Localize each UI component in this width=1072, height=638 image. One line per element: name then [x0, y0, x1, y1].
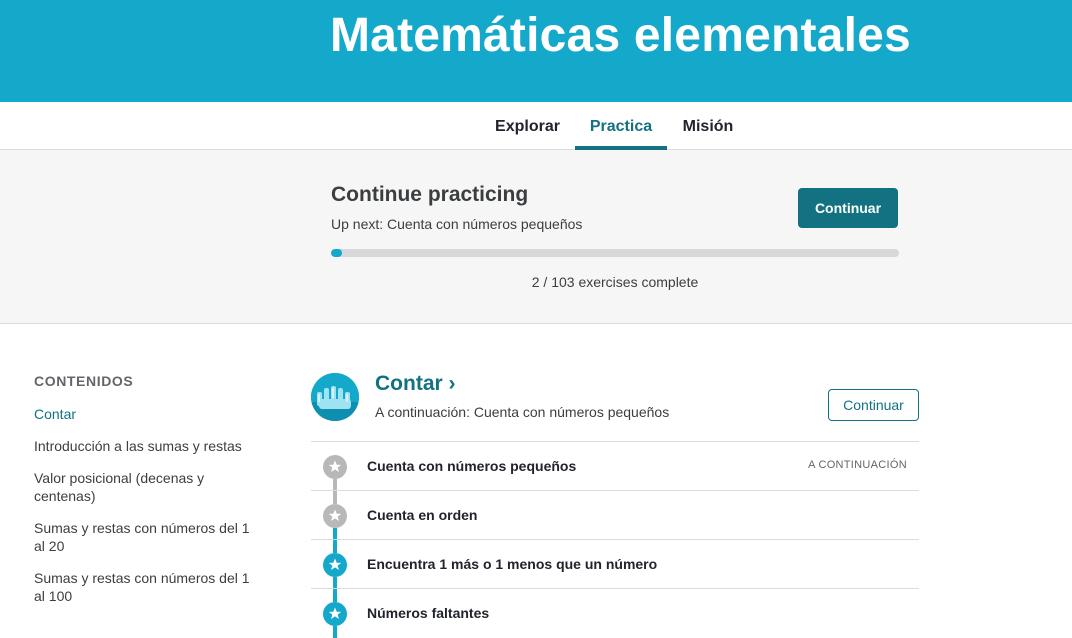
- sidebar-item-sumas-restas-1-100[interactable]: Sumas y restas con números del 1 al 100: [34, 569, 264, 605]
- unit-title-link[interactable]: Contar ›: [375, 372, 456, 396]
- skill-connector: [333, 491, 337, 504]
- continue-practicing-panel: Continue practicing Up next: Cuenta con …: [0, 150, 1072, 324]
- unit-continue-button[interactable]: Continuar: [828, 389, 919, 421]
- practice-title: Continue practicing: [331, 183, 529, 206]
- skill-row[interactable]: Encuentra 1 más o 1 menos que un número: [311, 539, 919, 589]
- practice-up-next: Up next: Cuenta con números pequeños: [331, 216, 583, 232]
- unit-up-next: A continuación: Cuenta con números peque…: [375, 404, 670, 420]
- continue-button[interactable]: Continuar: [798, 188, 898, 228]
- skill-row[interactable]: Cuenta en orden: [311, 490, 919, 540]
- skill-connector: [333, 626, 337, 638]
- skill-row[interactable]: Números faltantes: [311, 588, 919, 638]
- skill-connector: [333, 589, 337, 602]
- skill-star-icon: [323, 455, 347, 479]
- contents-sidebar: CONTENIDOS Contar Introducción a las sum…: [34, 372, 264, 605]
- tab-explorar[interactable]: Explorar: [481, 102, 574, 150]
- skill-row[interactable]: Cuenta con números pequeños A CONTINUACI…: [311, 441, 919, 491]
- subject-tabs: Explorar Practica Misión: [0, 102, 1072, 150]
- skill-name: Cuenta con números pequeños: [367, 458, 577, 474]
- subject-banner: Matemáticas elementales: [0, 0, 1072, 102]
- skill-star-icon: [323, 602, 347, 626]
- page-title: Matemáticas elementales: [330, 9, 911, 62]
- unit-title: Contar: [375, 372, 443, 395]
- skill-star-icon: [323, 504, 347, 528]
- counting-hands-icon: [311, 373, 359, 421]
- unit-avatar: [311, 373, 359, 421]
- sidebar-item-sumas-restas-1-20[interactable]: Sumas y restas con números del 1 al 20: [34, 519, 264, 555]
- skill-name: Encuentra 1 más o 1 menos que un número: [367, 556, 658, 572]
- practice-progress-bar: [331, 249, 899, 257]
- sidebar-item-valor-posicional[interactable]: Valor posicional (decenas y centenas): [34, 469, 264, 505]
- skill-name: Números faltantes: [367, 605, 490, 621]
- sidebar-heading: CONTENIDOS: [34, 373, 134, 389]
- skill-star-icon: [323, 553, 347, 577]
- tab-mision[interactable]: Misión: [668, 102, 748, 150]
- up-next-badge: A CONTINUACIÓN: [808, 459, 907, 471]
- chevron-right-icon: ›: [448, 372, 456, 395]
- skill-connector: [333, 540, 337, 553]
- skill-name: Cuenta en orden: [367, 507, 478, 523]
- practice-progress-fill: [331, 249, 343, 257]
- tab-practica[interactable]: Practica: [575, 102, 667, 150]
- skill-list: Cuenta con números pequeños A CONTINUACI…: [311, 441, 919, 638]
- practice-progress-text: 2 / 103 exercises complete: [531, 274, 699, 290]
- sidebar-item-contar[interactable]: Contar: [34, 405, 264, 423]
- sidebar-item-intro-sumas-restas[interactable]: Introducción a las sumas y restas: [34, 437, 264, 455]
